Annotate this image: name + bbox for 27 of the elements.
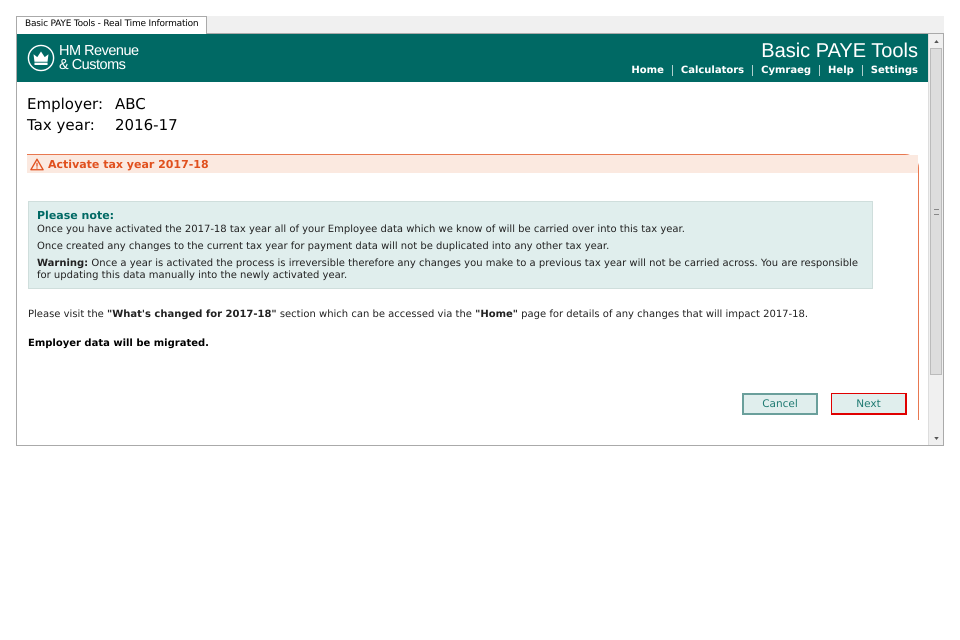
crown-emblem-icon — [27, 44, 55, 72]
window-tab[interactable]: Basic PAYE Tools - Real Time Information — [16, 16, 208, 34]
nav-link[interactable]: Home — [631, 65, 664, 76]
nav-link[interactable]: Calculators — [680, 65, 744, 76]
next-button[interactable]: Next — [831, 393, 907, 415]
warning-icon — [30, 158, 44, 170]
note-text: Warning: Once a year is activated the process is irreversible therefore any changes you make to a previous tax year will not be carried across. You are responsible for updating this data manually into the newly activated year. — [37, 258, 859, 282]
cancel-button[interactable]: Cancel — [742, 393, 818, 415]
note-text: Once you have activated the 2017-18 tax year all of your Employee data which we know of will be carried over into this tax year. — [37, 224, 686, 236]
scroll-up-icon[interactable] — [934, 40, 938, 42]
detail-value: 2016-17 — [115, 115, 178, 136]
nav-link[interactable]: Settings — [870, 65, 918, 76]
scroll-down-icon[interactable] — [934, 436, 938, 440]
info-text: Please visit the "What's changed for 2017-18" section which can be accessed via the "Home" page for details of any changes that will impact 2017-18. — [28, 309, 810, 320]
scrollbar[interactable] — [928, 34, 943, 445]
logo-text: & Customs — [59, 58, 126, 72]
logo-text: HM Revenue — [59, 44, 139, 58]
detail-label: Tax year: — [27, 115, 96, 136]
nav-link[interactable]: Help — [828, 65, 854, 76]
nav-link[interactable]: Cymraeg — [761, 65, 812, 76]
panel-title: Activate tax year 2017-18 — [48, 158, 209, 170]
detail-value: ABC — [115, 94, 146, 115]
app-title: Basic PAYE Tools — [761, 40, 918, 62]
note-heading: Please note: — [37, 209, 116, 222]
note-text: Once created any changes to the current tax year for payment data will not be duplicated into any other tax year. — [37, 241, 610, 253]
detail-label: Employer: — [27, 94, 104, 115]
migration-text: Employer data will be migrated. — [28, 338, 210, 349]
